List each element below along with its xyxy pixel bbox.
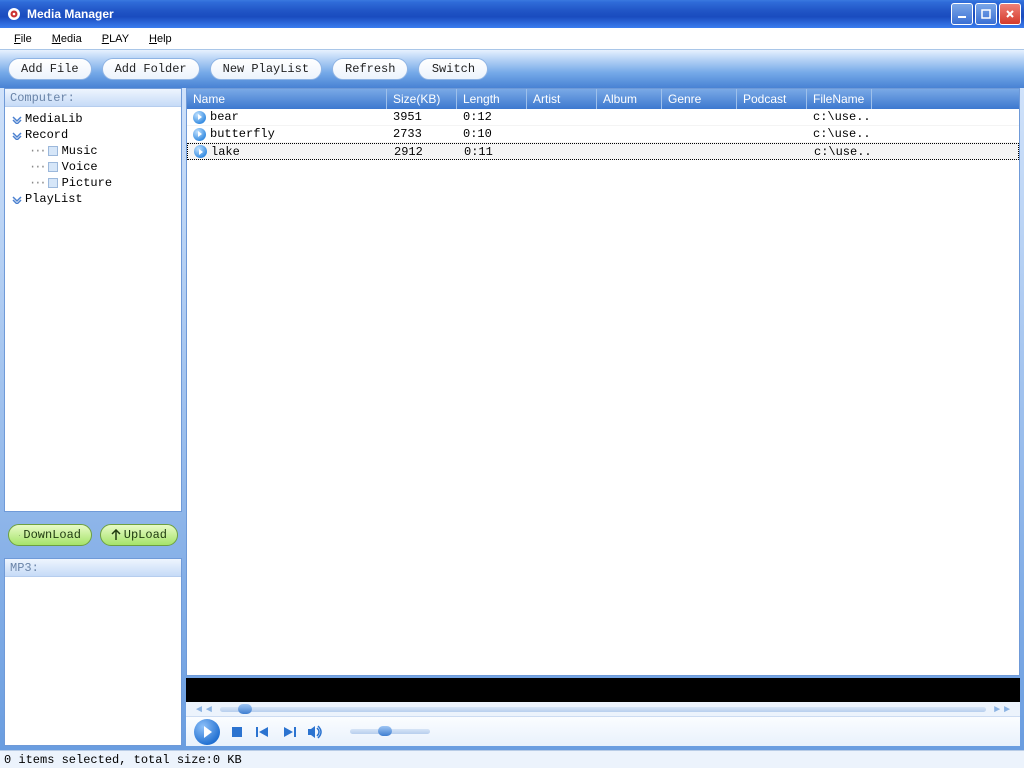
menu-file[interactable]: File	[6, 31, 40, 47]
computer-header: Computer:	[5, 89, 181, 107]
folder-icon	[48, 162, 58, 172]
seek-back-icon[interactable]: ◄◄	[194, 704, 214, 715]
arrow-up-icon	[111, 529, 121, 541]
col-size[interactable]: Size(KB)	[387, 89, 457, 109]
menubar: File Media PLAY Help	[0, 28, 1024, 50]
tree-voice[interactable]: ··· Voice	[7, 159, 179, 175]
media-icon	[194, 145, 207, 158]
download-label: DownLoad	[23, 528, 81, 542]
seek-thumb[interactable]	[238, 704, 252, 714]
tree-connector-icon: ···	[29, 176, 45, 190]
right-column: Name Size(KB) Length Artist Album Genre …	[186, 88, 1020, 746]
table-body: bear 39510:12 c:\use... butterfly 27330:10 c:…	[187, 109, 1019, 675]
col-podcast[interactable]: Podcast	[737, 89, 807, 109]
tree-connector-icon: ···	[29, 160, 45, 174]
cell-size: 3951	[387, 110, 457, 124]
media-icon	[193, 111, 206, 124]
col-genre[interactable]: Genre	[662, 89, 737, 109]
table-row[interactable]: butterfly 27330:10 c:\use...	[187, 126, 1019, 143]
seekbar[interactable]: ◄◄ ►►	[186, 702, 1020, 716]
cell-filename: c:\use...	[807, 127, 872, 141]
volume-icon[interactable]	[306, 723, 324, 741]
col-artist[interactable]: Artist	[527, 89, 597, 109]
tree-label-medialib: MediaLib	[25, 112, 83, 126]
seek-forward-icon[interactable]: ►►	[992, 704, 1012, 715]
cell-filename: c:\use...	[807, 110, 872, 124]
toolbar: Add File Add Folder New PlayList Refresh…	[0, 50, 1024, 88]
tree-label-playlist: PlayList	[25, 192, 83, 206]
status-text: 0 items selected, total size:0 KB	[4, 753, 242, 767]
tree-record[interactable]: Record	[7, 127, 179, 143]
visualizer	[186, 678, 1020, 702]
close-button[interactable]	[999, 3, 1021, 25]
media-icon	[193, 128, 206, 141]
prev-button[interactable]	[254, 723, 272, 741]
add-folder-button[interactable]: Add Folder	[102, 58, 200, 80]
tree-music[interactable]: ··· Music	[7, 143, 179, 159]
tree-medialib[interactable]: MediaLib	[7, 111, 179, 127]
tree-label-record: Record	[25, 128, 68, 142]
cell-length: 0:11	[458, 145, 528, 159]
download-button[interactable]: DownLoad	[8, 524, 92, 546]
computer-panel: Computer: MediaLib Record ··· Music ··· Vo…	[4, 88, 182, 512]
tree-picture[interactable]: ··· Picture	[7, 175, 179, 191]
chevron-down-icon	[11, 113, 23, 125]
transfer-buttons: DownLoad UpLoad	[4, 518, 182, 552]
statusbar: 0 items selected, total size:0 KB	[0, 750, 1024, 768]
cell-name: butterfly	[210, 127, 275, 141]
cell-name: lake	[211, 145, 240, 159]
col-length[interactable]: Length	[457, 89, 527, 109]
folder-icon	[48, 178, 58, 188]
cell-length: 0:10	[457, 127, 527, 141]
col-filename[interactable]: FileName	[807, 89, 872, 109]
app-icon	[6, 6, 22, 22]
tree-playlist[interactable]: PlayList	[7, 191, 179, 207]
mp3-header: MP3:	[5, 559, 181, 577]
switch-button[interactable]: Switch	[418, 58, 488, 80]
file-table: Name Size(KB) Length Artist Album Genre …	[186, 88, 1020, 676]
player-controls	[186, 716, 1020, 746]
col-album[interactable]: Album	[597, 89, 662, 109]
arrow-down-icon	[19, 529, 20, 541]
play-button[interactable]	[194, 719, 220, 745]
left-column: Computer: MediaLib Record ··· Music ··· Vo…	[4, 88, 182, 746]
upload-button[interactable]: UpLoad	[100, 524, 178, 546]
new-playlist-button[interactable]: New PlayList	[210, 58, 322, 80]
tree-label-voice: Voice	[62, 160, 98, 174]
cell-filename: c:\use...	[808, 145, 873, 159]
titlebar: Media Manager	[0, 0, 1024, 28]
mp3-panel: MP3:	[4, 558, 182, 746]
add-file-button[interactable]: Add File	[8, 58, 92, 80]
mp3-body	[5, 577, 181, 745]
folder-icon	[48, 146, 58, 156]
volume-thumb[interactable]	[378, 726, 392, 736]
table-row[interactable]: lake 29120:11 c:\use...	[187, 143, 1019, 160]
upload-label: UpLoad	[124, 528, 167, 542]
next-button[interactable]	[280, 723, 298, 741]
cell-name: bear	[210, 110, 239, 124]
workspace: Computer: MediaLib Record ··· Music ··· Vo…	[0, 88, 1024, 750]
minimize-button[interactable]	[951, 3, 973, 25]
cell-size: 2912	[388, 145, 458, 159]
chevron-down-icon	[11, 129, 23, 141]
refresh-button[interactable]: Refresh	[332, 58, 408, 80]
window-title: Media Manager	[27, 7, 951, 21]
volume-slider[interactable]	[350, 729, 430, 734]
table-row[interactable]: bear 39510:12 c:\use...	[187, 109, 1019, 126]
stop-button[interactable]	[228, 723, 246, 741]
cell-size: 2733	[387, 127, 457, 141]
menu-help[interactable]: Help	[141, 31, 180, 47]
menu-play[interactable]: PLAY	[94, 31, 137, 47]
table-header: Name Size(KB) Length Artist Album Genre …	[187, 89, 1019, 109]
chevron-down-icon	[11, 193, 23, 205]
menu-media[interactable]: Media	[44, 31, 90, 47]
tree: MediaLib Record ··· Music ··· Voice ··· Pic…	[5, 107, 181, 511]
maximize-button[interactable]	[975, 3, 997, 25]
tree-label-picture: Picture	[62, 176, 112, 190]
col-name[interactable]: Name	[187, 89, 387, 109]
tree-label-music: Music	[62, 144, 98, 158]
tree-connector-icon: ···	[29, 144, 45, 158]
cell-length: 0:12	[457, 110, 527, 124]
seek-track[interactable]	[220, 707, 986, 712]
